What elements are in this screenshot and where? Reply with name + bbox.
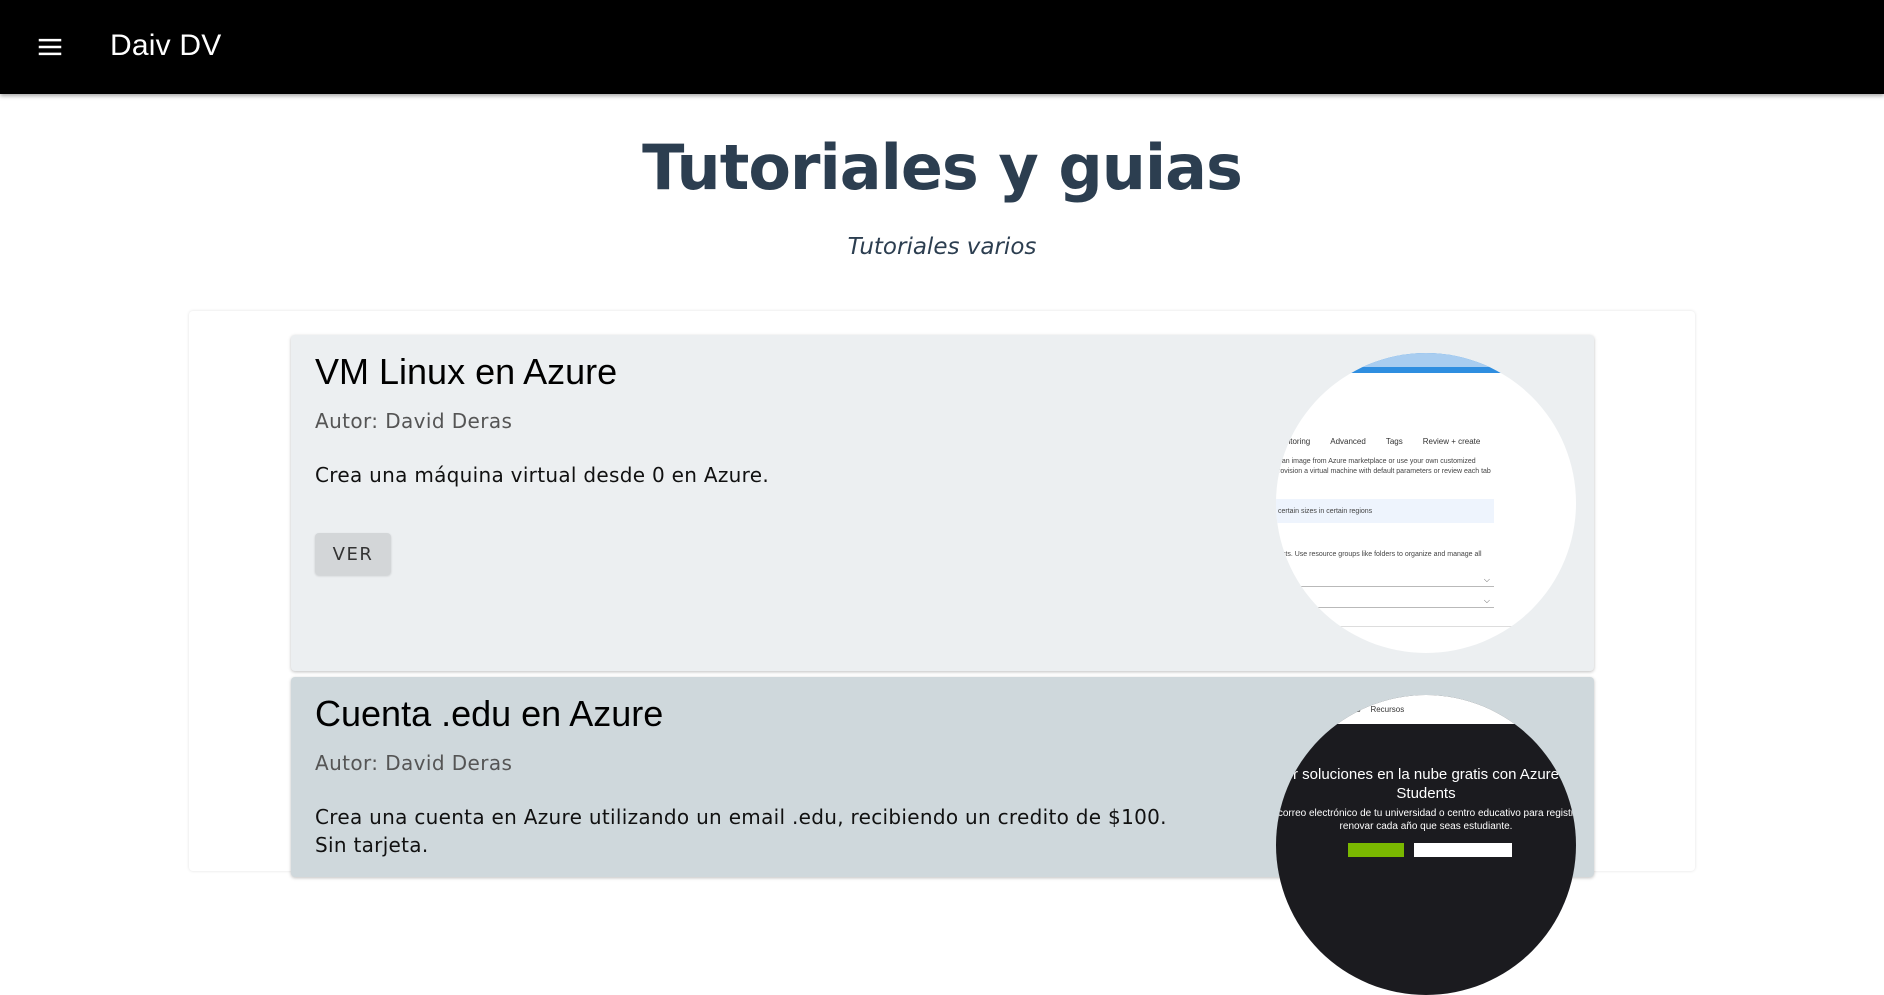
thumbnail-text: correo electrónico de tu universidad o c…: [1277, 808, 1575, 832]
thumbnail-button: [1414, 843, 1512, 857]
thumbnail-info-text: certain sizes in certain regions: [1278, 508, 1373, 515]
page-subtitle: Tutoriales varios: [847, 234, 1037, 260]
thumbnail-tabs: nitoring Advanced Tags Review + create: [1284, 437, 1481, 446]
card-title: VM Linux en Azure: [315, 351, 618, 392]
thumbnail-text: osts. Use resource groups like folders t…: [1278, 551, 1482, 558]
card-description: Crea una cuenta en Azure utilizando un e…: [315, 803, 1167, 859]
card-description: Crea una máquina virtual desde 0 en Azur…: [315, 463, 769, 487]
thumbnail-text: rovision a virtual machine with default …: [1278, 468, 1491, 475]
card-description-line: Sin tarjeta.: [315, 833, 429, 857]
app-title[interactable]: Daiv DV: [110, 26, 221, 66]
thumbnail-header-bar: [1276, 695, 1576, 724]
thumbnail-divider: [1276, 615, 1526, 627]
thumbnail-dropdown: ⌵: [1276, 596, 1494, 608]
ver-button[interactable]: VER: [315, 533, 391, 575]
card-description-line: Crea una cuenta en Azure utilizando un e…: [315, 805, 1167, 829]
card-title: Cuenta .edu en Azure: [315, 693, 664, 734]
thumbnail-nav: cos Recursos: [1348, 705, 1405, 714]
hamburger-menu-icon: [38, 38, 62, 56]
app-bar: Daiv DV: [0, 0, 1884, 94]
thumbnail-button: [1348, 843, 1404, 857]
card-thumbnail[interactable]: cos Recursos r soluciones en la nube grat…: [1276, 695, 1576, 995]
thumbnail-text: t an image from Azure marketplace or use…: [1278, 458, 1476, 465]
thumbnail-dropdown: ⌵: [1276, 575, 1494, 587]
thumbnail-sky: [1276, 353, 1576, 367]
chevron-down-icon: ⌵: [1483, 596, 1490, 605]
menu-button[interactable]: [26, 23, 74, 71]
chevron-down-icon: ⌵: [1483, 575, 1490, 584]
card-author: Autor: David Deras: [315, 409, 513, 433]
tutorial-card-azure-edu: Cuenta .edu en Azure Autor: David Deras …: [291, 677, 1594, 995]
page-title: Tutoriales y guias: [642, 131, 1243, 204]
thumbnail-headline: r soluciones en la nube gratis con Azure…: [1293, 766, 1559, 802]
card-author: Autor: David Deras: [315, 751, 513, 775]
tutorial-card-vm-linux: VM Linux en Azure Autor: David Deras Cre…: [291, 335, 1594, 671]
card-thumbnail[interactable]: nitoring Advanced Tags Review + create t an…: [1276, 353, 1576, 653]
